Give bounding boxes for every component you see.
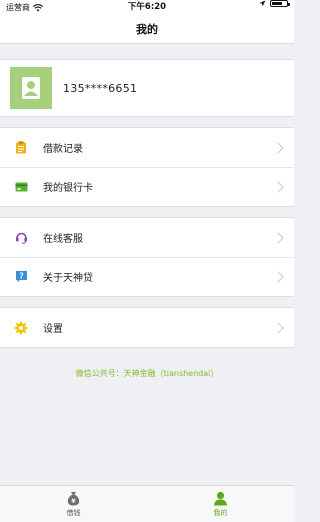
avatar[interactable] — [10, 67, 52, 109]
menu-item-label: 借款记录 — [43, 144, 83, 155]
phone-number: 135****6651 — [63, 81, 138, 95]
chevron-right-icon — [272, 321, 284, 334]
profile-card[interactable]: 135****6651 — [0, 59, 294, 117]
menu-item-online-service[interactable]: 在线客服 — [0, 218, 294, 257]
chevron-right-icon — [272, 231, 284, 244]
tab-bar: ¥ 借钱 我的 — [0, 485, 294, 522]
question-icon: ? — [14, 270, 28, 284]
card-icon — [14, 180, 28, 194]
tab-borrow[interactable]: ¥ 借钱 — [0, 486, 147, 522]
menu-item-label: 设置 — [43, 324, 63, 335]
person-icon — [213, 490, 229, 506]
gear-icon — [14, 321, 28, 335]
page-title: 我的 — [136, 23, 158, 36]
menu-item-label: 关于天神贷 — [43, 273, 93, 284]
tab-label: 我的 — [213, 509, 228, 517]
chevron-right-icon — [272, 270, 284, 283]
menu-item-bank-cards[interactable]: 我的银行卡 — [0, 167, 294, 206]
default-avatar-icon — [22, 77, 40, 99]
chevron-right-icon — [272, 180, 284, 193]
menu-item-loan-records[interactable]: 借款记录 — [0, 128, 294, 167]
headset-icon — [14, 231, 28, 245]
tab-mine[interactable]: 我的 — [147, 486, 294, 522]
money-bag-icon: ¥ — [66, 490, 82, 506]
status-bar: 运营商 下午6:20 — [0, 0, 294, 15]
status-right — [259, 0, 290, 7]
tab-label: 借钱 — [66, 509, 81, 517]
menu-group-support: 在线客服 ? 关于天神贷 — [0, 217, 294, 297]
menu-item-label: 在线客服 — [43, 234, 83, 245]
chevron-right-icon — [272, 141, 284, 154]
menu-item-label: 我的银行卡 — [43, 183, 93, 194]
location-icon — [259, 0, 266, 7]
clipboard-icon — [14, 141, 28, 155]
menu-group-loans: 借款记录 我的银行卡 — [0, 127, 294, 207]
status-time: 下午6:20 — [127, 2, 167, 12]
menu-group-settings: 设置 — [0, 307, 294, 348]
menu-item-about[interactable]: ? 关于天神贷 — [0, 257, 294, 296]
svg-text:?: ? — [19, 271, 23, 280]
battery-icon — [270, 0, 290, 7]
menu-item-settings[interactable]: 设置 — [0, 308, 294, 347]
nav-bar: 我的 — [0, 15, 294, 44]
wechat-account-note: 微信公共号：天神金融（tianshendai） — [75, 369, 219, 378]
